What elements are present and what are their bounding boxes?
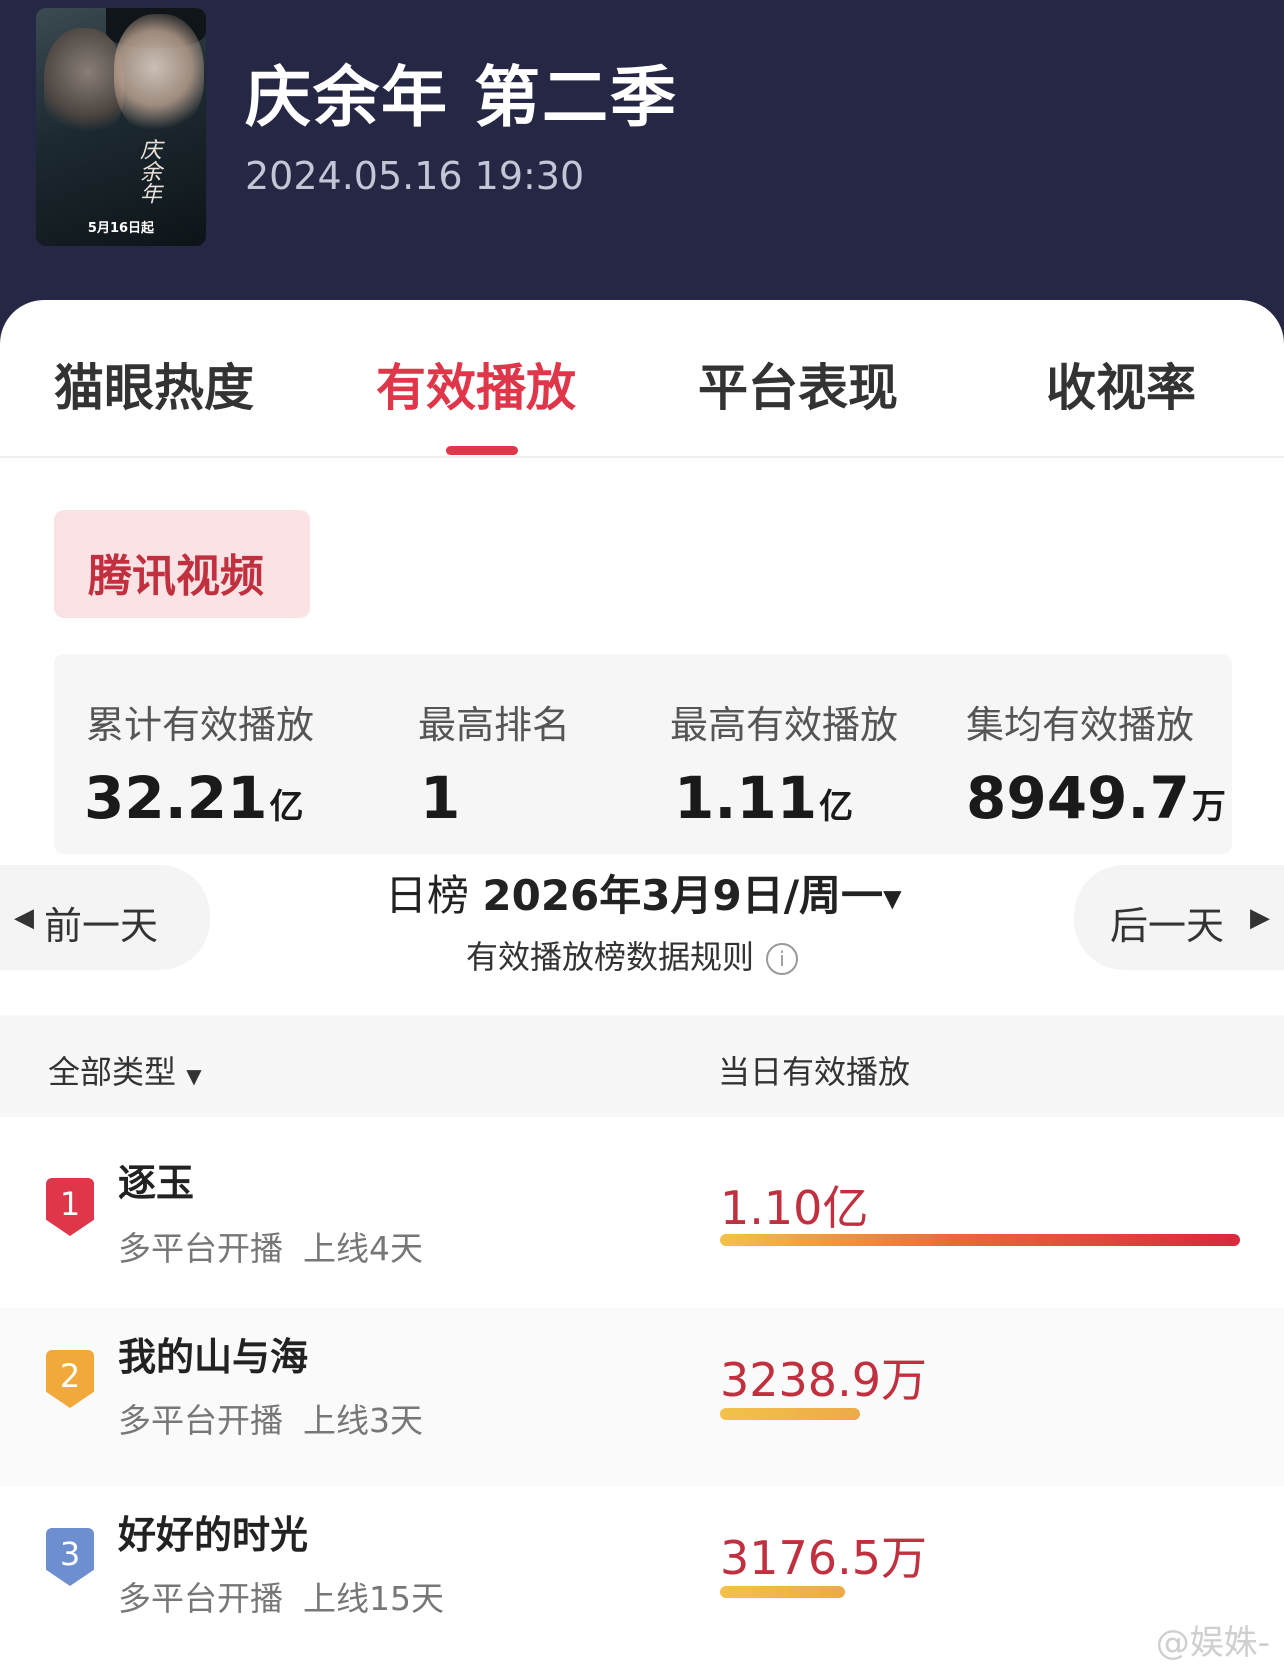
- drama-name: 我的山与海: [118, 1335, 309, 1379]
- next-day-button[interactable]: 后一天 ▶: [1074, 865, 1284, 970]
- triangle-left-icon: ◀: [14, 903, 34, 933]
- drama-meta: 多平台开播 上线3天: [118, 1401, 423, 1440]
- poster-art: [44, 28, 124, 138]
- type-filter-label: 全部类型: [48, 1053, 177, 1091]
- tab-maoyan-heat[interactable]: 猫眼热度: [54, 348, 254, 420]
- data-rules-label: 有效播放榜数据规则: [466, 938, 755, 976]
- poster-art: [114, 14, 204, 134]
- prev-day-label: 前一天: [44, 904, 159, 948]
- stat-value-best-rank: 1: [420, 764, 461, 832]
- caret-down-icon: ▼: [883, 884, 902, 913]
- drama-name: 好好的时光: [118, 1513, 309, 1557]
- stat-label-total: 累计有效播放: [86, 703, 315, 747]
- stat-value-peak-play: 1.11亿: [674, 764, 854, 832]
- rank-badge: 3: [46, 1528, 94, 1586]
- data-rules-link[interactable]: 有效播放榜数据规则 i: [466, 932, 799, 978]
- stat-label-peak-play: 最高有效播放: [670, 703, 899, 747]
- stats-panel: 累计有效播放 32.21亿 最高排名 1 最高有效播放 1.11亿 集均有效播放…: [54, 654, 1232, 854]
- drama-air-datetime: 2024.05.16 19:30: [245, 154, 585, 198]
- prev-day-button[interactable]: ◀ 前一天: [0, 865, 210, 970]
- drama-name: 逐玉: [118, 1161, 195, 1205]
- ranking-row[interactable]: 1 逐玉 多平台开播 上线4天 1.10亿: [0, 1130, 1284, 1308]
- drama-title: 庆余年 第二季: [245, 59, 678, 136]
- caret-down-icon: ▼: [186, 1064, 202, 1088]
- next-day-label: 后一天: [1110, 904, 1225, 948]
- daily-play-bar: [720, 1234, 1240, 1246]
- drama-header: 庆余年 5月16日起 庆余年 第二季 2024.05.16 19:30: [0, 0, 1284, 330]
- drama-poster[interactable]: 庆余年 5月16日起: [36, 8, 206, 246]
- ranking-row[interactable]: 3 好好的时光 多平台开播 上线15天 3176.5万: [0, 1486, 1284, 1664]
- active-tab-indicator: [446, 446, 518, 455]
- type-filter-dropdown[interactable]: 全部类型 ▼: [48, 1047, 202, 1093]
- info-icon: i: [766, 943, 799, 975]
- poster-calligraphy: 庆余年: [136, 138, 161, 204]
- stat-value-avg-play: 8949.7万: [966, 764, 1226, 832]
- ranking-row[interactable]: 2 我的山与海 多平台开播 上线3天 3238.9万: [0, 1308, 1284, 1486]
- daily-play-bar: [720, 1586, 845, 1598]
- content-card: 猫眼热度 有效播放 平台表现 收视率 腾讯视频 累计有效播放 32.21亿 最高…: [0, 300, 1284, 1670]
- rank-badge: 2: [46, 1350, 94, 1408]
- daily-play-value: 1.10亿: [720, 1181, 869, 1235]
- stat-label-best-rank: 最高排名: [418, 703, 571, 747]
- tab-effective-play[interactable]: 有效播放: [376, 348, 576, 420]
- daily-play-bar: [720, 1408, 860, 1420]
- rank-badge: 1: [46, 1178, 94, 1236]
- rank-date: 2026年3月9日/周一: [482, 871, 884, 920]
- column-header-daily-play: 当日有效播放: [718, 1053, 911, 1091]
- ranking-list-header: 全部类型 ▼ 当日有效播放: [0, 1015, 1284, 1117]
- poster-date: 5月16日起: [87, 221, 155, 236]
- date-picker[interactable]: 日榜 2026年3月9日/周一▼: [385, 862, 902, 923]
- stat-label-avg-play: 集均有效播放: [966, 703, 1195, 747]
- rank-type: 日榜: [385, 871, 470, 920]
- daily-play-value: 3176.5万: [720, 1531, 927, 1585]
- drama-meta: 多平台开播 上线4天: [118, 1229, 423, 1268]
- platform-chip-tencent[interactable]: 腾讯视频: [54, 510, 310, 618]
- weibo-watermark: @娱姝-: [1155, 1623, 1270, 1663]
- platform-chip-label: 腾讯视频: [88, 551, 264, 602]
- triangle-right-icon: ▶: [1250, 903, 1270, 933]
- tab-bar: 猫眼热度 有效播放 平台表现 收视率: [0, 300, 1284, 458]
- daily-play-value: 3238.9万: [720, 1353, 927, 1407]
- stat-value-total: 32.21亿: [84, 764, 304, 832]
- tab-platform-performance[interactable]: 平台表现: [698, 348, 898, 420]
- tab-ratings[interactable]: 收视率: [1046, 348, 1196, 420]
- drama-meta: 多平台开播 上线15天: [118, 1579, 444, 1618]
